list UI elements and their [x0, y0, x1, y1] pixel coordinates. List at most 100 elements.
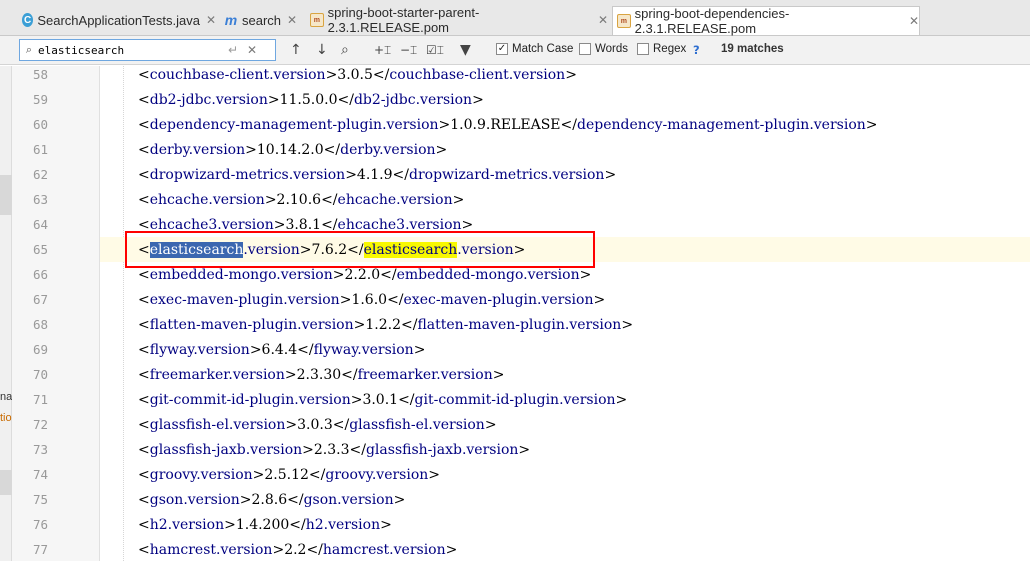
- tag-bracket: </: [323, 142, 341, 158]
- xml-tag-name: db2-jdbc.version: [149, 92, 268, 108]
- regex-help-link[interactable]: ?: [693, 43, 700, 57]
- tab-search-module[interactable]: m search ✕: [220, 7, 302, 33]
- match-case-option[interactable]: ✓ Match Case: [496, 43, 573, 55]
- tag-bracket: </: [349, 442, 366, 458]
- code-line[interactable]: <h2.version>1.4.200</h2.version>: [138, 513, 392, 538]
- xml-tag-name: h2.version: [305, 517, 381, 533]
- filter-icon[interactable]: ▼: [460, 42, 471, 58]
- code-line[interactable]: <hamcrest.version>2.2</hamcrest.version>: [138, 538, 457, 563]
- xml-tag-value: 3.0.5: [337, 67, 373, 83]
- tab-label: spring-boot-dependencies-2.3.1.RELEASE.p…: [634, 6, 790, 36]
- code-line[interactable]: <derby.version>10.14.2.0</derby.version>: [138, 138, 447, 163]
- code-line[interactable]: <ehcache.version>2.10.6</ehcache.version…: [138, 188, 464, 213]
- xml-tag-name: git-commit-id-plugin.version: [149, 392, 351, 408]
- search-icon[interactable]: ⌕: [20, 43, 38, 57]
- tag-bracket: >: [428, 467, 441, 483]
- xml-tag-name: couchbase-client.version: [389, 67, 566, 83]
- close-icon[interactable]: ✕: [598, 13, 608, 27]
- tag-bracket: </: [560, 117, 577, 133]
- tab-search-application-tests[interactable]: C SearchApplicationTests.java ✕: [18, 7, 216, 33]
- tag-bracket: >: [350, 392, 363, 408]
- code-line[interactable]: <gson.version>2.8.6</gson.version>: [138, 488, 405, 513]
- new-line-icon[interactable]: ↵: [223, 43, 243, 57]
- tag-bracket: <: [138, 142, 150, 158]
- tag-bracket: >: [413, 342, 426, 358]
- line-number: 74: [32, 467, 48, 482]
- search-input[interactable]: [38, 43, 223, 57]
- match-case-checkbox[interactable]: ✓: [496, 43, 508, 55]
- match-count: 19 matches: [721, 43, 784, 55]
- xml-tag-name: flyway.version: [313, 342, 414, 358]
- xml-tag-name: flatten-maven-plugin.version: [417, 317, 622, 333]
- remove-selection-icon[interactable]: −⌶: [400, 42, 417, 58]
- tag-bracket: <: [138, 442, 150, 458]
- xml-tag-name: git-commit-id-plugin.version: [414, 392, 616, 408]
- tag-bracket: >: [325, 67, 338, 83]
- xml-tag-value: 2.3.30: [296, 367, 342, 383]
- tag-bracket: </: [287, 492, 304, 508]
- close-icon[interactable]: ✕: [206, 13, 216, 27]
- tag-bracket: >: [245, 142, 257, 158]
- tag-bracket: >: [615, 392, 628, 408]
- tag-bracket: >: [604, 167, 617, 183]
- close-icon[interactable]: ✕: [287, 13, 297, 27]
- previous-occurrence-icon[interactable]: ↑: [290, 42, 302, 58]
- words-checkbox[interactable]: [579, 43, 591, 55]
- code-line[interactable]: <exec-maven-plugin.version>1.6.0</exec-m…: [138, 288, 605, 313]
- line-number: 66: [32, 267, 48, 282]
- code-line[interactable]: <glassfish-jaxb.version>2.3.3</glassfish…: [138, 438, 530, 463]
- words-option[interactable]: Words: [579, 43, 628, 55]
- tag-bracket: >: [332, 267, 345, 283]
- code-line[interactable]: <git-commit-id-plugin.version>3.0.1</git…: [138, 388, 627, 413]
- line-number: 75: [32, 492, 48, 507]
- find-all-icon[interactable]: ⌕: [341, 42, 349, 58]
- regex-checkbox[interactable]: [637, 43, 649, 55]
- close-icon[interactable]: ✕: [909, 14, 919, 28]
- xml-tag-name: ehcache.version: [337, 192, 453, 208]
- xml-tag-name: groovy.version: [325, 467, 429, 483]
- tag-bracket: >: [452, 192, 465, 208]
- indent-guide: [123, 66, 125, 561]
- tab-starter-parent-pom[interactable]: m spring-boot-starter-parent-2.3.1.RELEA…: [306, 5, 608, 35]
- xml-tag-name: dependency-management-plugin.version: [576, 117, 866, 133]
- xml-tag-name: hamcrest.version: [322, 542, 446, 558]
- side-panel-block: [0, 175, 12, 215]
- tag-bracket: >: [380, 517, 392, 533]
- code-line[interactable]: <freemarker.version>2.3.30</freemarker.v…: [138, 363, 504, 388]
- line-number: 68: [32, 317, 48, 332]
- xml-tag-value: 2.10.6: [276, 192, 322, 208]
- tag-bracket: >: [518, 442, 531, 458]
- line-number: 77: [32, 542, 48, 557]
- code-line[interactable]: <groovy.version>2.5.12</groovy.version>: [138, 463, 440, 488]
- code-line[interactable]: <flatten-maven-plugin.version>1.2.2</fla…: [138, 313, 633, 338]
- tag-bracket: >: [239, 492, 252, 508]
- xml-tag-name: exec-maven-plugin.version: [403, 292, 594, 308]
- tab-dependencies-pom[interactable]: m spring-boot-dependencies-2.3.1.RELEASE…: [612, 6, 920, 36]
- tag-bracket: <: [138, 467, 150, 483]
- line-number: 72: [32, 417, 48, 432]
- code-line[interactable]: <db2-jdbc.version>11.5.0.0</db2-jdbc.ver…: [138, 88, 484, 113]
- code-line[interactable]: <couchbase-client.version>3.0.5</couchba…: [138, 63, 577, 88]
- select-all-occurrences-icon[interactable]: ☑⌶: [426, 42, 444, 58]
- regex-label: Regex: [653, 43, 687, 55]
- search-field[interactable]: ⌕ ↵ ✕: [19, 39, 276, 61]
- tag-bracket: >: [579, 267, 592, 283]
- next-occurrence-icon[interactable]: ↓: [316, 42, 328, 58]
- line-number: 73: [32, 442, 48, 457]
- xml-tag-name: gson.version: [149, 492, 240, 508]
- clear-icon[interactable]: ✕: [243, 43, 261, 57]
- xml-tag-name: ehcache.version: [149, 192, 265, 208]
- code-line[interactable]: <dropwizard-metrics.version>4.1.9</dropw…: [138, 163, 616, 188]
- code-line[interactable]: <dependency-management-plugin.version>1.…: [138, 113, 878, 138]
- tag-bracket: >: [445, 542, 458, 558]
- tag-bracket: >: [339, 292, 352, 308]
- java-class-icon: C: [22, 13, 34, 27]
- regex-option[interactable]: Regex: [637, 43, 686, 55]
- xml-tag-name: h2.version: [149, 517, 225, 533]
- code-line[interactable]: <glassfish-el.version>3.0.3</glassfish-e…: [138, 413, 497, 438]
- add-selection-icon[interactable]: +⌶: [374, 42, 391, 58]
- tag-bracket: >: [285, 417, 298, 433]
- code-line[interactable]: <flyway.version>6.4.4</flyway.version>: [138, 338, 425, 363]
- line-number: 63: [32, 192, 48, 207]
- xml-tag-value: 1.2.2: [365, 317, 401, 333]
